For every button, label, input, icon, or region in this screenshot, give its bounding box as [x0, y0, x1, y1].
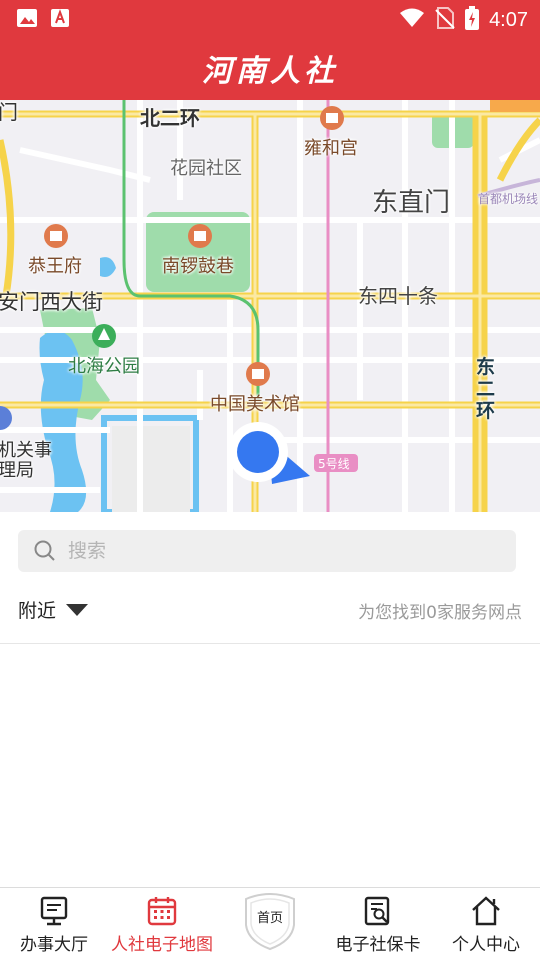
poi-marker	[92, 324, 116, 348]
tab-social-security-card[interactable]: 电子社保卡	[326, 888, 430, 961]
result-count-text: 为您找到0家服务网点	[358, 603, 522, 623]
battery-charging-icon	[465, 6, 480, 34]
nearby-label: 附近	[18, 600, 57, 622]
map-label: 门	[0, 100, 18, 124]
poi-marker	[188, 224, 212, 248]
palace-area	[112, 426, 190, 512]
map-label: 安门西大街	[0, 290, 103, 314]
nearby-dropdown[interactable]: 附近	[18, 596, 89, 623]
card-search-icon	[364, 896, 392, 930]
tab-label: 办事大厅	[20, 935, 88, 955]
tab-profile[interactable]: 个人中心	[440, 888, 532, 961]
poi-marker	[246, 362, 270, 386]
status-time: 4:07	[489, 8, 528, 31]
map-label: 理局	[0, 460, 34, 481]
map-label: 恭王府	[28, 256, 82, 277]
monitor-icon	[40, 896, 68, 930]
tab-label: 首页	[256, 911, 283, 926]
location-dot	[237, 431, 279, 473]
poi-marker	[44, 224, 68, 248]
caret-down-icon	[66, 599, 89, 621]
poi-marker	[0, 406, 12, 430]
search-input[interactable]	[68, 530, 508, 572]
tab-service-hall[interactable]: 办事大厅	[8, 888, 100, 961]
map-label: 花园社区	[170, 158, 242, 179]
text-app-icon	[50, 8, 70, 32]
status-bar: 4:07	[0, 0, 540, 36]
tab-e-map[interactable]: 人社电子地图	[104, 888, 220, 961]
map-label: 北二环	[140, 106, 200, 130]
tab-label: 人社电子地图	[111, 935, 213, 955]
tab-label: 电子社保卡	[335, 935, 421, 955]
map-label: 雍和宫	[304, 138, 358, 159]
map-label: 中国美术馆	[210, 394, 300, 415]
wifi-icon	[399, 8, 425, 32]
map-label: 东 二 环	[476, 356, 496, 422]
page-title: 河南人社	[202, 54, 338, 89]
map-label: 南锣鼓巷	[162, 256, 234, 277]
tab-home[interactable]: 首页	[242, 893, 298, 951]
map-label: 5号线	[318, 457, 350, 471]
lake-area	[100, 257, 116, 277]
calendar-grid-icon	[147, 896, 177, 930]
search-icon	[34, 540, 56, 566]
map-view[interactable]: 门 北二环 雍和宫 花园社区 东直门 首都机场线 恭王府 南锣鼓巷 安门西大街 …	[0, 100, 540, 512]
map-label: 首都机场线	[478, 192, 539, 206]
app-header: 4:07 河南人社	[0, 0, 540, 100]
poi-marker	[320, 106, 344, 130]
map-label: 北海公园	[68, 356, 140, 377]
no-sim-icon	[435, 7, 455, 33]
filter-row: 附近 为您找到0家服务网点	[0, 586, 540, 644]
house-icon	[470, 896, 502, 930]
tab-label: 个人中心	[452, 935, 520, 955]
map-label: 东四十条	[358, 284, 438, 308]
image-icon	[16, 8, 38, 32]
search-box[interactable]	[18, 530, 516, 572]
map-label: 东直门	[372, 188, 451, 218]
